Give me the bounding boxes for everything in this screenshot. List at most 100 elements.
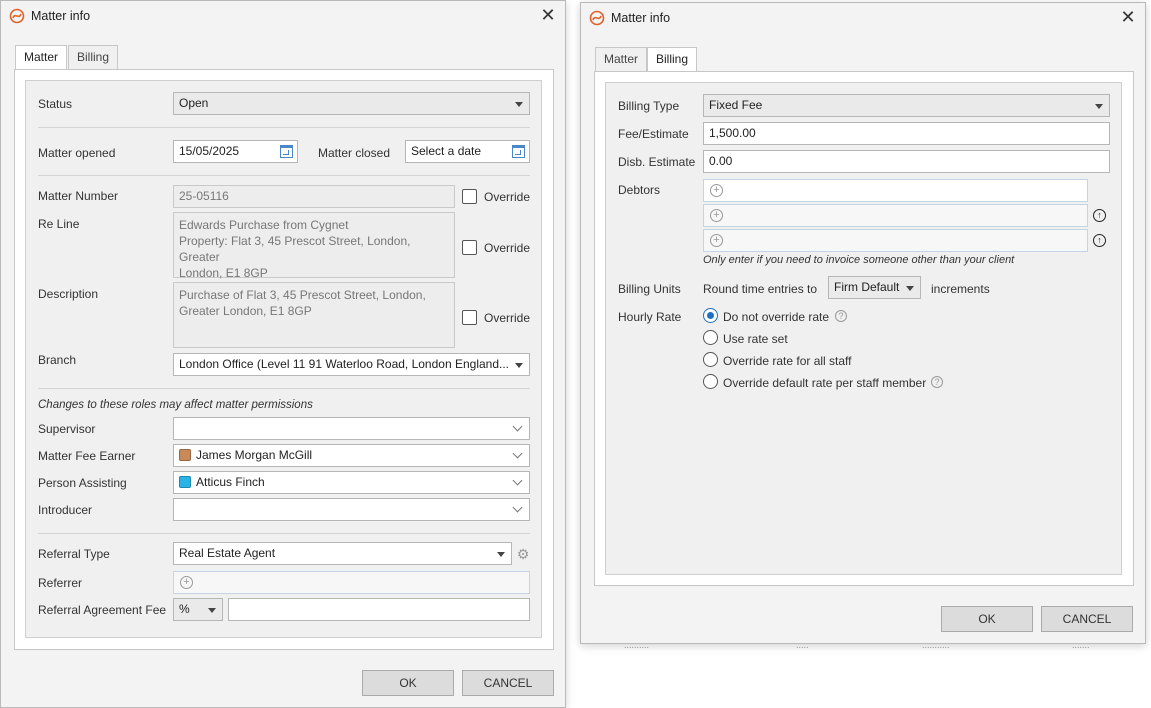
chevron-down-icon <box>512 475 523 486</box>
tab-matter[interactable]: Matter <box>15 45 68 70</box>
tab-billing[interactable]: Billing <box>647 47 698 72</box>
arrow-up-circle-icon[interactable]: ↑ <box>1093 209 1106 222</box>
arrow-up-circle-icon[interactable]: ↑ <box>1093 234 1106 247</box>
referral-type-label: Referral Type <box>38 547 110 561</box>
fee-earner-label: Matter Fee Earner <box>38 449 136 463</box>
description-label: Description <box>38 287 99 301</box>
description-field: Purchase of Flat 3, 45 Prescot Street, L… <box>173 282 455 348</box>
divider <box>38 175 530 176</box>
matter-opened-date-field[interactable]: 15/05/2025 <box>173 140 298 163</box>
disb-estimate-value: 0.00 <box>709 154 733 168</box>
roles-note: Changes to these roles may affect matter… <box>38 399 313 411</box>
help-icon[interactable]: ? <box>835 310 847 322</box>
radio-label: Do not override rate <box>723 310 830 324</box>
fee-earner-value: James Morgan McGill <box>196 448 313 462</box>
matter-number-field: 25-05116 <box>173 185 455 208</box>
re-line-label: Re Line <box>38 217 80 231</box>
billing-units-label: Billing Units <box>618 282 681 296</box>
disb-estimate-input[interactable]: 0.00 <box>703 150 1110 173</box>
override-label: Override <box>484 311 531 325</box>
ok-button-label: OK <box>399 676 417 690</box>
matter-number-value: 25-05116 <box>179 189 229 203</box>
cancel-button-label: CANCEL <box>1062 612 1112 626</box>
tab-label: Matter <box>604 52 639 66</box>
dialog-title: Matter info <box>31 9 91 23</box>
referral-type-select[interactable]: Real Estate Agent <box>173 542 512 565</box>
override-label: Override <box>484 241 531 255</box>
matter-number-override-checkbox[interactable] <box>462 189 477 204</box>
tab-billing[interactable]: Billing <box>68 45 119 69</box>
radio-do-not-override-rate[interactable] <box>703 308 718 323</box>
debtor-field-3[interactable]: + <box>703 229 1088 252</box>
plus-circle-icon[interactable]: + <box>710 234 723 247</box>
fee-estimate-label: Fee/Estimate <box>618 127 689 141</box>
help-icon[interactable]: ? <box>931 376 943 388</box>
debtor-field-1[interactable]: + <box>703 179 1088 202</box>
divider <box>38 127 530 128</box>
matter-info-dialog-billing: Matter info ✕ Matter Billing Billing Typ… <box>580 2 1146 644</box>
cancel-button[interactable]: CANCEL <box>1041 606 1133 632</box>
tab-matter[interactable]: Matter <box>595 47 648 71</box>
calendar-icon[interactable] <box>280 145 293 158</box>
person-assisting-color-swatch <box>179 476 191 488</box>
tab-label: Billing <box>656 52 689 66</box>
plus-circle-icon[interactable]: + <box>710 184 723 197</box>
matter-info-dialog-matter: Matter info ✕ Matter Billing Status Open… <box>0 0 566 708</box>
ok-button[interactable]: OK <box>941 606 1033 632</box>
description-override-checkbox[interactable] <box>462 310 477 325</box>
person-assisting-value: Atticus Finch <box>196 475 265 489</box>
disb-estimate-label: Disb. Estimate <box>618 155 696 169</box>
debtors-note: Only enter if you need to invoice someon… <box>703 254 1015 266</box>
divider <box>38 388 530 389</box>
billing-type-select[interactable]: Fixed Fee <box>703 94 1110 117</box>
fee-earner-combo[interactable]: James Morgan McGill <box>173 444 530 467</box>
re-line-override-checkbox[interactable] <box>462 240 477 255</box>
radio-override-rate-all-staff[interactable] <box>703 352 718 367</box>
fee-earner-color-swatch <box>179 449 191 461</box>
debtor-field-2[interactable]: + <box>703 204 1088 227</box>
billing-units-suffix: increments <box>931 282 990 296</box>
debtors-label: Debtors <box>618 183 661 197</box>
fee-estimate-input[interactable]: 1,500.00 <box>703 122 1110 145</box>
introducer-combo[interactable] <box>173 498 530 521</box>
chevron-down-icon <box>512 421 523 432</box>
referrer-field[interactable]: + <box>173 571 530 594</box>
description-text-1: Purchase of Flat 3, 45 Prescot Street, L… <box>179 288 426 302</box>
referral-type-value: Real Estate Agent <box>179 546 276 560</box>
close-icon[interactable]: ✕ <box>539 6 557 24</box>
supervisor-combo[interactable] <box>173 417 530 440</box>
referral-fee-input[interactable] <box>228 598 530 621</box>
ok-button[interactable]: OK <box>362 670 454 696</box>
radio-override-rate-per-staff[interactable] <box>703 374 718 389</box>
status-value: Open <box>179 96 209 110</box>
radio-label: Override rate for all staff <box>723 354 852 368</box>
cancel-button-label: CANCEL <box>483 676 533 690</box>
introducer-label: Introducer <box>38 503 93 517</box>
person-assisting-combo[interactable]: Atticus Finch <box>173 471 530 494</box>
matter-closed-date-field[interactable]: Select a date <box>405 140 530 163</box>
billing-units-select[interactable]: Firm Default <box>828 276 921 299</box>
status-select[interactable]: Open <box>173 92 530 115</box>
referral-fee-unit-select[interactable]: % <box>173 598 223 621</box>
title-bar: Matter info ✕ <box>1 1 565 31</box>
tab-label: Matter <box>24 50 59 64</box>
referral-fee-label: Referral Agreement Fee <box>38 603 167 617</box>
radio-label: Override default rate per staff member <box>723 376 927 390</box>
chevron-down-icon <box>208 608 216 613</box>
person-assisting-label: Person Assisting <box>38 476 127 490</box>
divider <box>38 533 530 534</box>
matter-closed-placeholder: Select a date <box>411 144 482 158</box>
referral-fee-unit-value: % <box>179 602 190 616</box>
cancel-button[interactable]: CANCEL <box>462 670 554 696</box>
matter-opened-label: Matter opened <box>38 146 116 160</box>
chevron-down-icon <box>512 502 523 513</box>
plus-circle-icon[interactable]: + <box>180 576 193 589</box>
plus-circle-icon[interactable]: + <box>710 209 723 222</box>
fee-estimate-value: 1,500.00 <box>709 126 756 140</box>
branch-select[interactable]: London Office (Level 11 91 Waterloo Road… <box>173 353 530 376</box>
radio-use-rate-set[interactable] <box>703 330 718 345</box>
calendar-icon[interactable] <box>512 145 525 158</box>
branch-label: Branch <box>38 353 77 367</box>
close-icon[interactable]: ✕ <box>1119 8 1137 26</box>
gear-icon[interactable]: ⚙ <box>516 547 530 561</box>
